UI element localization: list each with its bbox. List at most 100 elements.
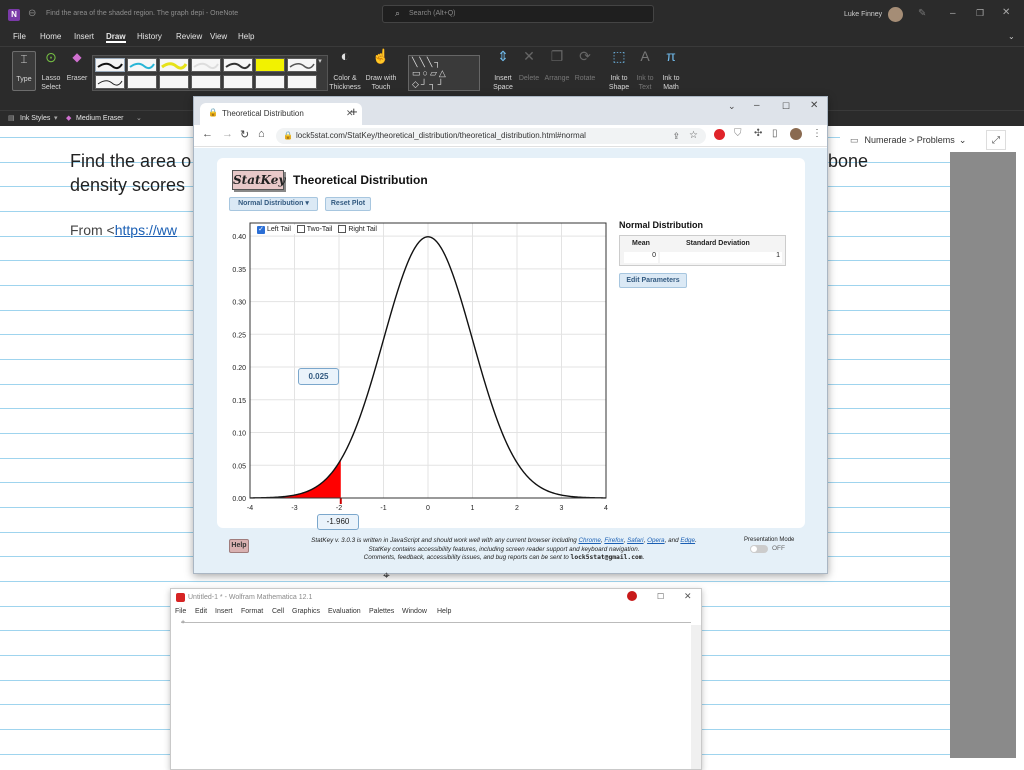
browser-close-icon[interactable]: ✕ <box>810 100 818 111</box>
delete-label[interactable]: Delete <box>514 74 544 83</box>
mma-menu-window[interactable]: Window <box>402 608 427 615</box>
firefox-link[interactable]: Firefox <box>604 537 623 544</box>
page-scroll-panel[interactable] <box>950 152 1016 758</box>
note-text-line1-end[interactable]: bone <box>828 151 868 172</box>
ink-to-math-icon[interactable]: π <box>660 49 682 63</box>
highlighter-yellow[interactable] <box>255 58 285 72</box>
pen-yellow[interactable] <box>159 58 189 72</box>
color-thickness-label[interactable]: Color & Thickness <box>328 74 362 92</box>
chrome-link[interactable]: Chrome <box>578 537 600 544</box>
search-box[interactable]: ⌕ Search (Alt+Q) <box>382 5 654 23</box>
menu-insert[interactable]: Insert <box>74 32 94 41</box>
pen-empty-3[interactable] <box>191 75 221 89</box>
ink-to-math-label[interactable]: Ink to Math <box>656 74 686 92</box>
pen-empty-5[interactable] <box>255 75 285 89</box>
menu-history[interactable]: History <box>137 32 162 41</box>
pen-empty-2[interactable] <box>159 75 189 89</box>
sidebar-icon[interactable]: ▯ <box>772 128 778 139</box>
menu-review[interactable]: Review <box>176 32 202 41</box>
cutoff-value-box[interactable]: -1.960 <box>317 514 359 530</box>
pen-thin-black[interactable] <box>95 75 125 89</box>
mma-menu-palettes[interactable]: Palettes <box>369 608 394 615</box>
mma-menu-graphics[interactable]: Graphics <box>292 608 320 615</box>
restore-icon[interactable]: ❐ <box>976 8 984 19</box>
mma-menu-help[interactable]: Help <box>437 608 451 615</box>
two-tail-checkbox[interactable] <box>296 225 305 233</box>
address-bar[interactable]: 🔒 lock5stat.com/StatKey/theoretical_dist… <box>276 128 706 144</box>
browser-tab[interactable]: 🔒 Theoretical Distribution ✕ <box>200 103 362 125</box>
shield-icon[interactable]: ⛉ <box>734 128 742 139</box>
mma-menu-edit[interactable]: Edit <box>195 608 207 615</box>
arrange-icon[interactable]: ❐ <box>546 49 568 63</box>
mathematica-maximize-icon[interactable]: ☐ <box>657 592 664 601</box>
cell-insertion-bar[interactable] <box>181 622 691 623</box>
type-tool-icon[interactable]: ⌶ <box>14 53 34 65</box>
pen-white[interactable] <box>191 58 221 72</box>
home-icon[interactable]: ⌂ <box>258 128 265 140</box>
new-tab-icon[interactable]: + <box>350 105 358 118</box>
tab-search-icon[interactable]: ⌄ <box>728 101 736 112</box>
pen-cyan[interactable] <box>127 58 157 72</box>
draw-touch-label[interactable]: Draw with Touch <box>362 74 400 92</box>
extensions-puzzle-icon[interactable]: ✣ <box>754 128 762 139</box>
edge-link[interactable]: Edge <box>680 537 695 544</box>
avatar[interactable] <box>888 7 903 22</box>
lasso-icon[interactable]: ⊙ <box>40 50 62 64</box>
delete-icon[interactable]: ✕ <box>518 49 540 63</box>
profile-avatar[interactable] <box>790 128 802 140</box>
bookmark-star-icon[interactable]: ☆ <box>689 128 698 144</box>
right-tail-checkbox[interactable] <box>338 225 347 233</box>
back-arrow-icon[interactable]: ← <box>202 128 213 140</box>
presentation-toggle[interactable] <box>750 545 768 553</box>
pen-icon[interactable]: ✎ <box>918 8 926 19</box>
reload-icon[interactable]: ↻ <box>240 128 249 141</box>
menu-draw[interactable]: Draw <box>106 32 126 43</box>
mma-menu-evaluation[interactable]: Evaluation <box>328 608 361 615</box>
browser-minimize-icon[interactable]: – <box>754 100 760 111</box>
pen-black[interactable] <box>95 58 125 72</box>
contact-email[interactable]: lock5stat@gmail.com <box>571 554 643 561</box>
back-icon[interactable]: ⊖ <box>28 8 36 19</box>
pen-gallery-more-icon[interactable]: ▾ <box>316 57 324 66</box>
ink-styles-dropdown-icon[interactable]: ▾ <box>54 114 58 122</box>
ribbon-options-icon[interactable]: ⌄ <box>1008 32 1015 41</box>
minimize-icon[interactable]: – <box>950 8 956 19</box>
right-tail-label[interactable]: Right Tail <box>348 226 377 233</box>
menu-view[interactable]: View <box>210 32 227 41</box>
pen-empty-6[interactable] <box>287 75 317 89</box>
opera-link[interactable]: Opera <box>647 537 665 544</box>
arrange-label[interactable]: Arrange <box>542 74 572 83</box>
mma-menu-format[interactable]: Format <box>241 608 263 615</box>
eraser-icon[interactable]: ◆ <box>66 51 88 63</box>
note-text-line2[interactable]: density scores <box>70 175 185 196</box>
mathematica-close-icon[interactable]: ✕ <box>684 591 692 602</box>
eraser-label[interactable]: Eraser <box>64 74 90 83</box>
draw-touch-icon[interactable]: ☝ <box>370 49 392 63</box>
help-button[interactable]: Help <box>229 539 249 553</box>
share-icon[interactable]: ⇪ <box>672 128 680 144</box>
reset-plot-button[interactable]: Reset Plot <box>325 197 371 211</box>
area-value-box[interactable]: 0.025 <box>298 368 339 385</box>
distribution-dropdown[interactable]: Normal Distribution ▾ <box>229 197 318 211</box>
note-text-line1[interactable]: Find the area o <box>70 151 191 172</box>
insert-space-icon[interactable]: ⇕ <box>492 49 514 63</box>
rotate-label[interactable]: Rotate <box>570 74 600 83</box>
mma-menu-cell[interactable]: Cell <box>272 608 284 615</box>
mma-menu-file[interactable]: File <box>175 608 186 615</box>
menu-help[interactable]: Help <box>238 32 254 41</box>
ink-styles-button[interactable]: Ink Styles <box>20 115 50 122</box>
pen-dark[interactable] <box>223 58 253 72</box>
pen-empty-4[interactable] <box>223 75 253 89</box>
pen-empty-1[interactable] <box>127 75 157 89</box>
ink-to-shape-icon[interactable]: ⬚ <box>608 49 630 63</box>
color-thickness-icon[interactable]: ◐ <box>334 49 356 64</box>
source-link[interactable]: https://ww <box>115 222 177 238</box>
pen-gray[interactable] <box>287 58 317 72</box>
user-name[interactable]: Luke Finney <box>844 11 882 18</box>
medium-eraser-button[interactable]: Medium Eraser <box>76 115 123 122</box>
mathematica-scrollbar[interactable] <box>691 625 701 769</box>
left-tail-label[interactable]: Left Tail <box>267 226 291 233</box>
expand-icon[interactable]: ⤢ <box>986 130 1006 150</box>
two-tail-label[interactable]: Two-Tail <box>307 226 333 233</box>
forward-arrow-icon[interactable]: → <box>222 128 233 140</box>
